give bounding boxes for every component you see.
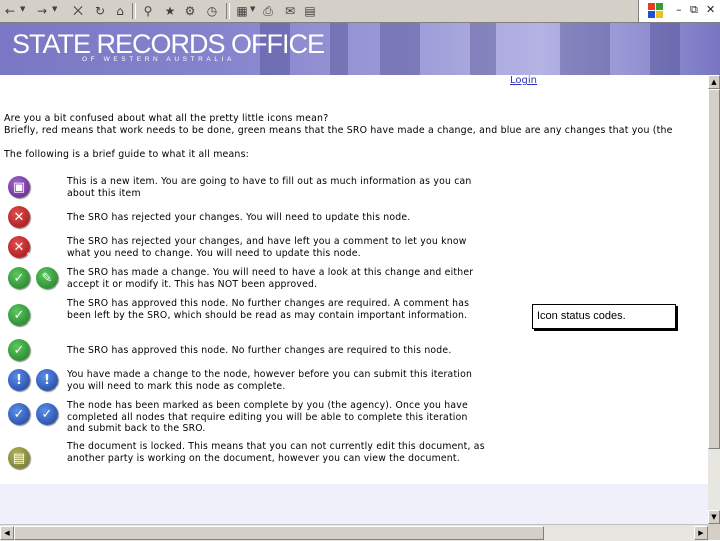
intro-question: Are you a bit confused about what all th… [4, 113, 329, 124]
forward-dropdown-icon[interactable]: ▼ [52, 5, 57, 13]
agency-changed-comment-icon: ! a [36, 369, 61, 393]
rejected-with-comment-icon: ✕ ✎ [8, 236, 33, 260]
agency-complete-icon: ✓ [8, 403, 30, 425]
back-icon[interactable]: ← [2, 3, 18, 19]
toolbar-separator [226, 3, 230, 19]
back-dropdown-icon[interactable]: ▼ [20, 5, 25, 13]
legend-text: The SRO has rejected your changes, and h… [67, 236, 467, 259]
legend-text: The node has been marked as been complet… [67, 400, 468, 434]
intro-summary: Briefly, red means that work needs to be… [4, 125, 673, 136]
toolbar-separator [132, 3, 136, 19]
site-subtitle: OF WESTERN AUSTRALIA [82, 56, 235, 63]
agency-complete-comment-icon: ✓ a [36, 403, 61, 427]
legend-text: The SRO has rejected your changes. You w… [67, 212, 411, 223]
scroll-up-icon[interactable]: ▲ [708, 75, 720, 89]
agency-changed-icon: ! [8, 369, 30, 391]
page-footer-area [0, 484, 708, 524]
vertical-scrollbar[interactable]: ▲ ▼ [708, 75, 720, 524]
legend-text: You have made a change to the node, howe… [67, 369, 473, 392]
legend-text: The SRO has approved this node. No furth… [67, 345, 452, 356]
favorites-icon[interactable]: ★ [162, 3, 178, 19]
stop-icon[interactable]: ⨉ [70, 3, 86, 19]
legend-text: The SRO has approved this node. No furth… [67, 298, 470, 321]
close-icon[interactable]: ✕ [706, 3, 715, 16]
scroll-right-icon[interactable]: ▶ [694, 526, 708, 540]
sro-changed-icon: ✓ [8, 267, 30, 289]
login-link[interactable]: Login [510, 75, 537, 86]
forward-icon[interactable]: → [34, 3, 50, 19]
mail-icon[interactable]: ✉ [282, 3, 298, 19]
sro-changed-comment-icon: ✎ a [36, 267, 61, 291]
browser-toolbar: ← ▼ → ▼ ⨉ ↻ ⌂ ⚲ ★ ⚙ ◷ ▦ ▼ ⎙ ✉ ▤ – ⧉ ✕ [0, 0, 720, 23]
scroll-left-icon[interactable]: ◀ [0, 526, 14, 540]
search-icon[interactable]: ⚲ [140, 3, 156, 19]
legend-text: The SRO has made a change. You will need… [67, 267, 474, 290]
site-banner: STATE RECORDS OFFICE OF WESTERN AUSTRALI… [0, 23, 720, 75]
history-icon[interactable]: ◷ [204, 3, 220, 19]
scroll-down-icon[interactable]: ▼ [708, 510, 720, 524]
legend-text: The document is locked. This means that … [67, 441, 485, 464]
home-icon[interactable]: ⌂ [112, 3, 128, 19]
rejected-icon: ✕ [8, 206, 30, 228]
windows-logo-icon [648, 3, 664, 19]
approved-with-comment-icon: ✓ a [8, 304, 33, 328]
horizontal-scrollbar[interactable]: ◀ ▶ [0, 524, 708, 541]
view-icon[interactable]: ▦ [234, 3, 250, 19]
approved-icon: ✓ [8, 339, 30, 361]
scroll-corner [708, 524, 720, 540]
refresh-icon[interactable]: ↻ [92, 3, 108, 19]
minimize-icon[interactable]: – [676, 3, 682, 16]
media-icon[interactable]: ⚙ [182, 3, 198, 19]
print-icon[interactable]: ⎙ [260, 3, 276, 19]
edit-icon[interactable]: ▤ [302, 3, 318, 19]
restore-icon[interactable]: ⧉ [690, 3, 698, 17]
new-item-icon: ▣ [8, 176, 30, 198]
vertical-scroll-thumb[interactable] [708, 89, 720, 449]
intro-guide: The following is a brief guide to what i… [4, 149, 250, 160]
horizontal-scroll-thumb[interactable] [14, 526, 544, 540]
legend-text: This is a new item. You are going to hav… [67, 176, 472, 199]
tooltip: Icon status codes. [532, 304, 676, 329]
view-dropdown-icon[interactable]: ▼ [250, 5, 255, 13]
locked-icon: ▤ [8, 447, 30, 469]
